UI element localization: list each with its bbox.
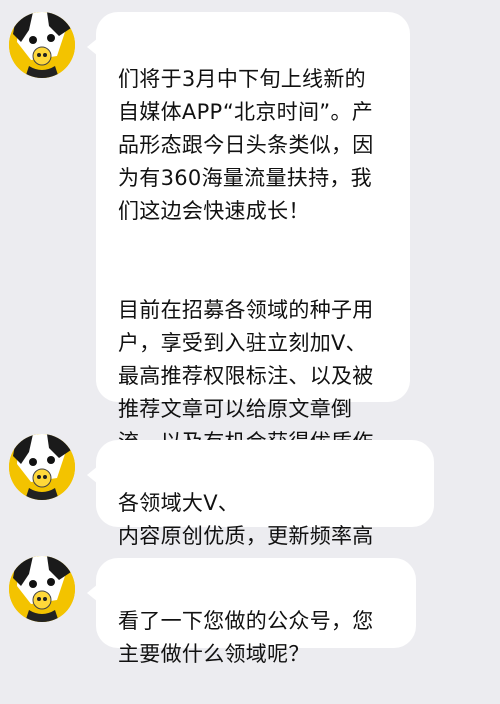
message-bubble: 各领域大V、 内容原创优质，更新频率高 — [87, 440, 434, 548]
avatar[interactable] — [9, 434, 75, 500]
message-text: 们将于3月中下旬上线新的 自媒体APP“北京时间”。产 品形态跟今日头条类似，因… — [118, 67, 374, 223]
avatar[interactable] — [9, 556, 75, 622]
dog-avatar-icon — [9, 434, 75, 500]
chat-conversation: 们将于3月中下旬上线新的 自媒体APP“北京时间”。产 品形态跟今日头条类似，因… — [0, 0, 500, 666]
dog-avatar-icon — [9, 556, 75, 622]
message-text: 各领域大V、 内容原创优质，更新频率高 — [118, 491, 374, 548]
message-bubble: 看了一下您做的公众号，您 主要做什么领域呢？ — [87, 558, 416, 666]
dog-avatar-icon — [9, 12, 75, 78]
message-bubble: 们将于3月中下旬上线新的 自媒体APP“北京时间”。产 品形态跟今日头条类似，因… — [87, 12, 410, 487]
message-text: 看了一下您做的公众号，您 主要做什么领域呢？ — [118, 609, 374, 666]
avatar[interactable] — [9, 12, 75, 78]
